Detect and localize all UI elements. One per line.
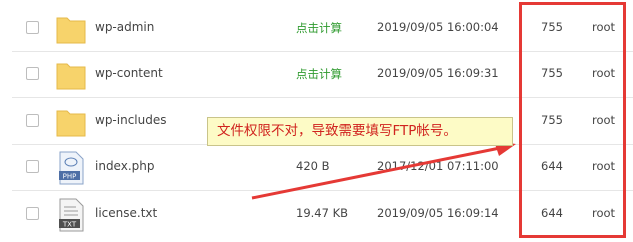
owner: root <box>592 113 616 127</box>
table-row[interactable]: PHP index.php 420 B 2017/12/01 07:11:00 … <box>12 145 633 191</box>
folder-icon <box>56 110 86 137</box>
table-row[interactable]: wp-admin 点击计算 2019/09/05 16:00:04 755 ro… <box>12 6 633 52</box>
folder-icon <box>56 17 86 44</box>
txt-icon-label: TXT <box>62 221 77 229</box>
row-checkbox[interactable] <box>26 21 39 34</box>
file-name[interactable]: wp-content <box>95 66 163 80</box>
folder-icon <box>56 63 86 90</box>
modified-time: 2017/12/01 07:11:00 <box>377 159 499 173</box>
php-file-icon: PHP <box>59 151 84 185</box>
txt-file-icon: TXT <box>59 198 84 232</box>
modified-time: 2019/09/05 16:09:31 <box>377 66 499 80</box>
modified-time: 2019/09/05 16:00:04 <box>377 20 499 34</box>
permission[interactable]: 644 <box>541 159 563 173</box>
calculate-size-link[interactable]: 点击计算 <box>296 20 342 36</box>
file-size: 19.47 KB <box>296 206 349 220</box>
row-checkbox[interactable] <box>26 67 39 80</box>
modified-time: 2019/09/05 16:09:14 <box>377 206 499 220</box>
calculate-size-link[interactable]: 点击计算 <box>296 66 342 82</box>
permission[interactable]: 644 <box>541 206 563 220</box>
file-name[interactable]: license.txt <box>95 206 157 220</box>
file-name[interactable]: wp-admin <box>95 20 154 34</box>
owner: root <box>592 66 616 80</box>
row-checkbox[interactable] <box>26 207 39 220</box>
file-name[interactable]: index.php <box>95 159 154 173</box>
permission[interactable]: 755 <box>541 66 563 80</box>
row-checkbox[interactable] <box>26 114 39 127</box>
owner: root <box>592 159 616 173</box>
row-checkbox[interactable] <box>26 160 39 173</box>
owner: root <box>592 20 616 34</box>
permission[interactable]: 755 <box>541 20 563 34</box>
permission[interactable]: 755 <box>541 113 563 127</box>
php-icon-label: PHP <box>63 173 77 181</box>
annotation-callout: 文件权限不对，导致需要填写FTP帐号。 <box>207 117 513 146</box>
table-row[interactable]: TXT license.txt 19.47 KB 2019/09/05 16:0… <box>12 192 633 238</box>
table-row[interactable]: wp-content 点击计算 2019/09/05 16:09:31 755 … <box>12 52 633 98</box>
file-name[interactable]: wp-includes <box>95 113 167 127</box>
owner: root <box>592 206 616 220</box>
file-size: 420 B <box>296 159 330 173</box>
